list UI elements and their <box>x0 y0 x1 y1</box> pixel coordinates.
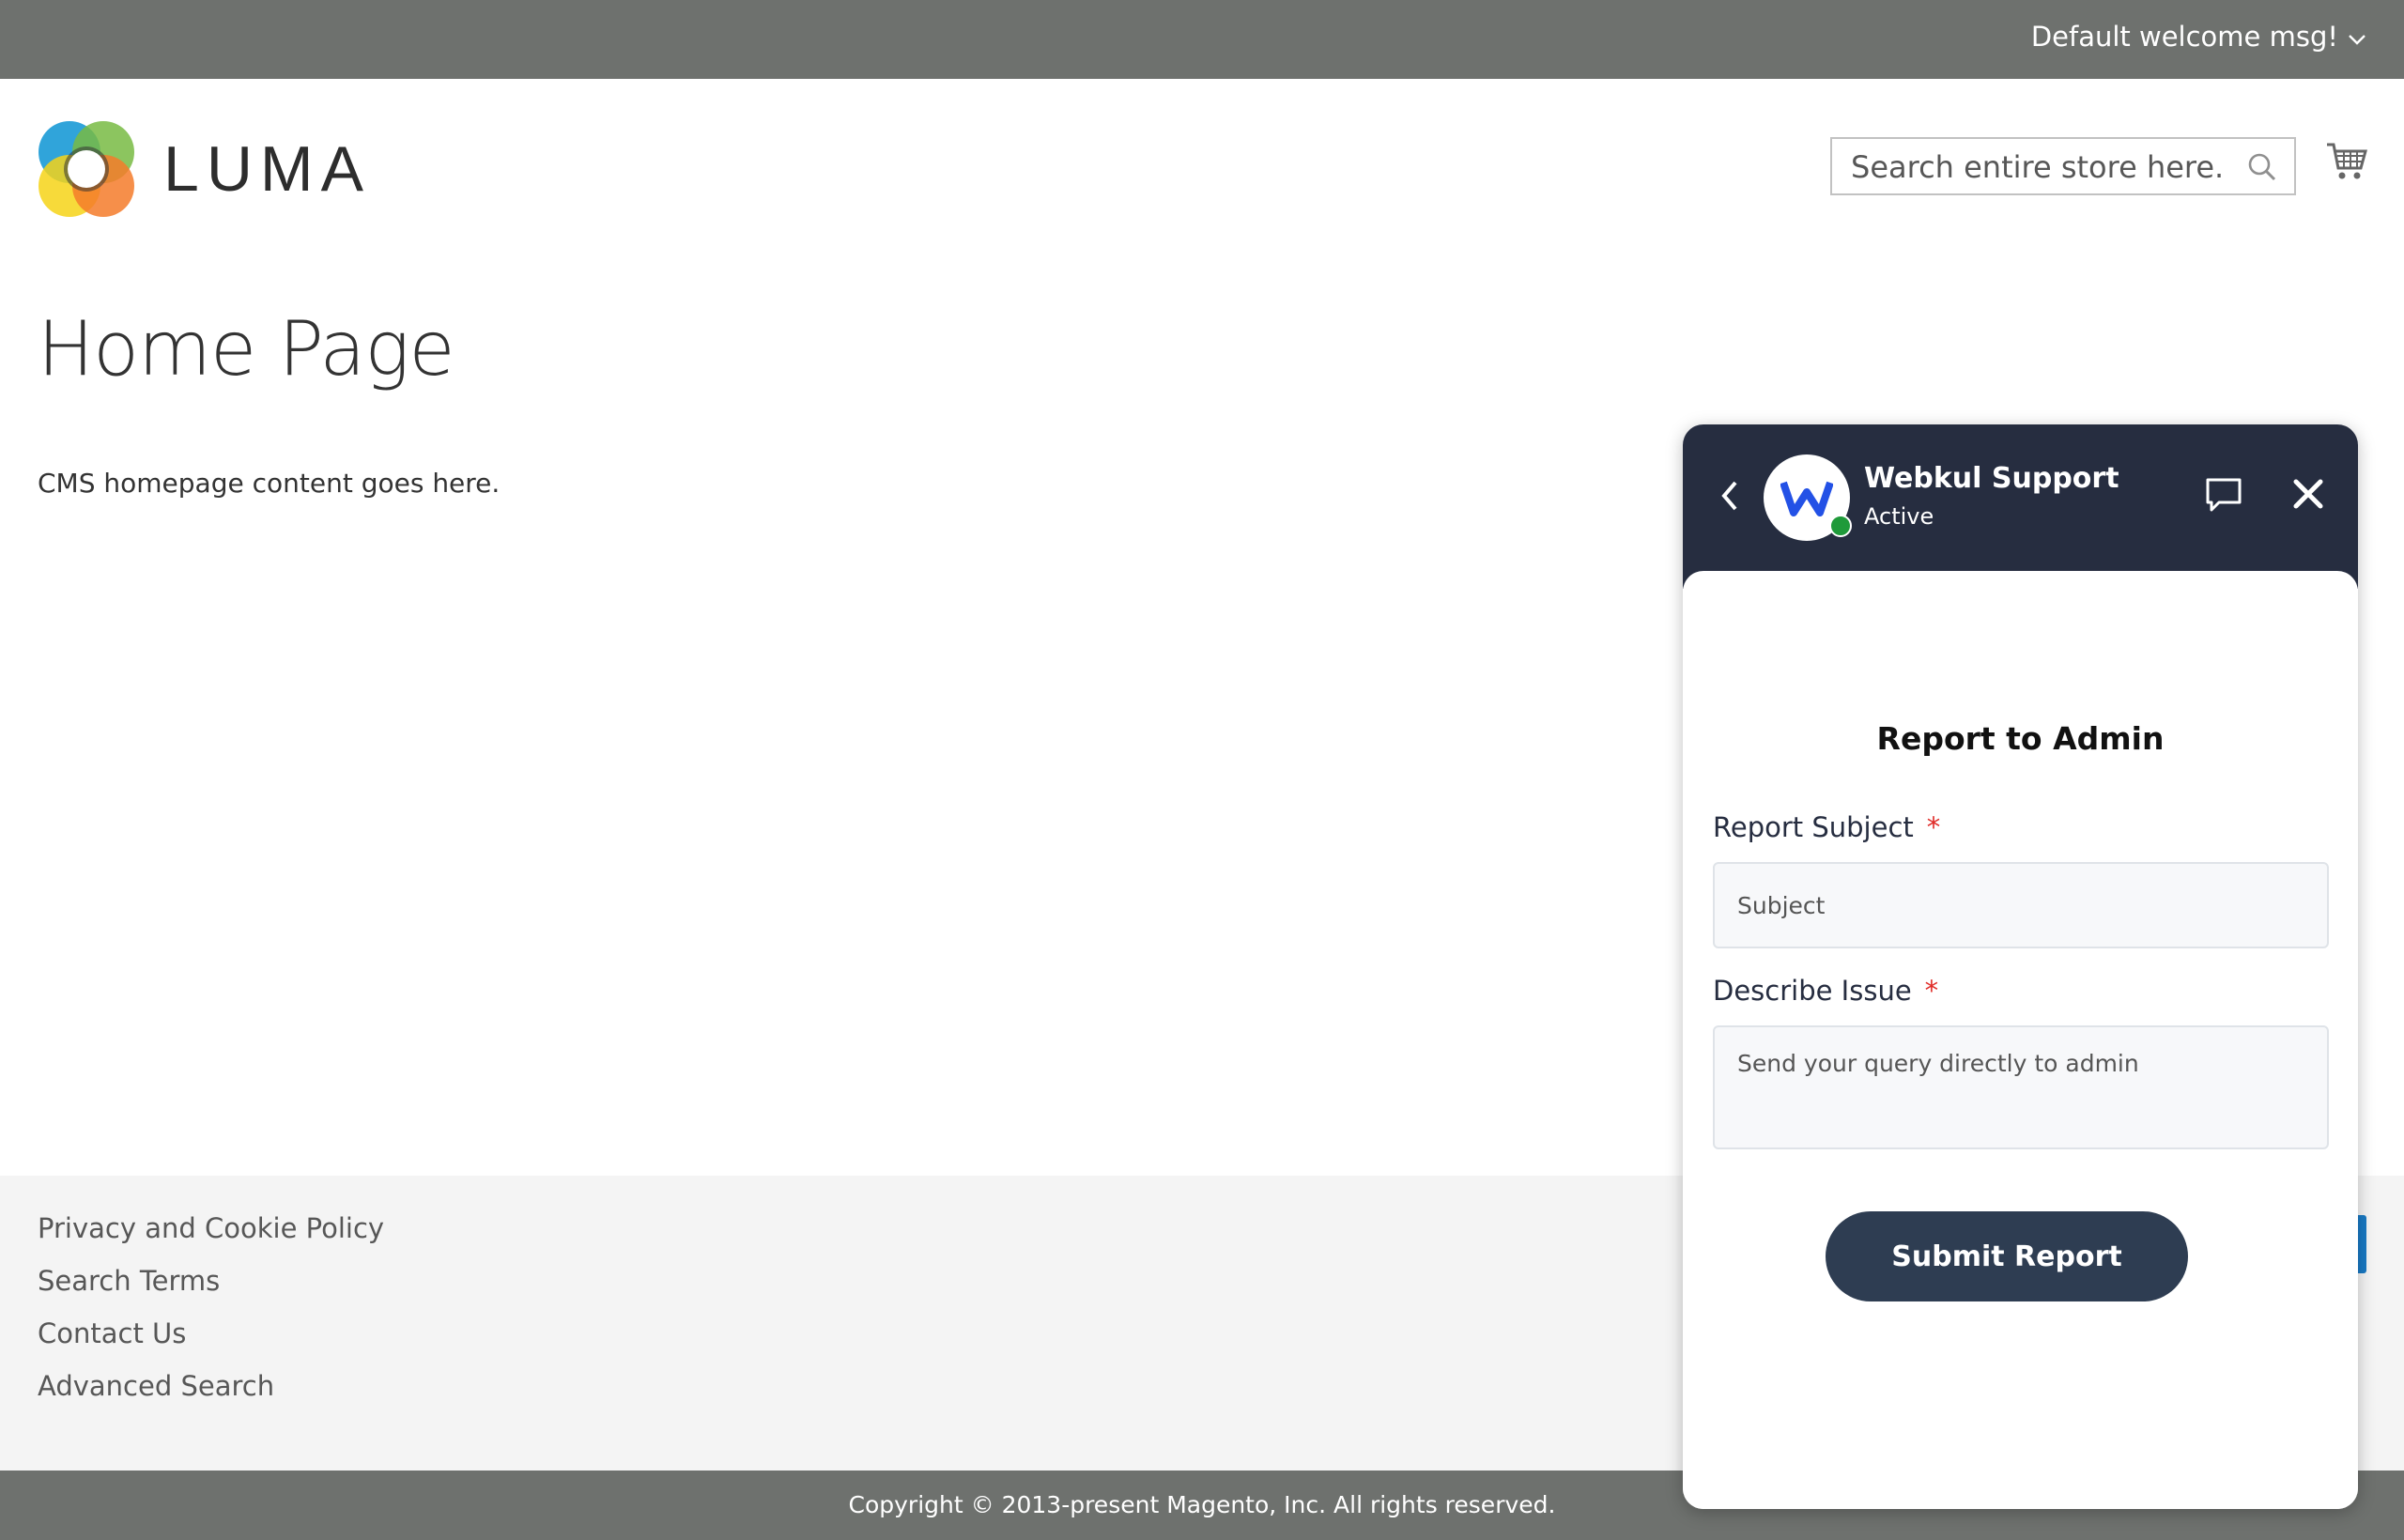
back-icon[interactable] <box>1717 477 1743 518</box>
footer-links: Privacy and Cookie Policy Search Terms C… <box>38 1215 384 1425</box>
welcome-message: Default welcome msg! <box>2030 21 2338 53</box>
site-header: LUMA <box>0 79 2404 257</box>
welcome-dropdown[interactable]: Default welcome msg! <box>2031 21 2366 53</box>
cart-icon[interactable] <box>2325 140 2368 187</box>
footer-link-privacy[interactable]: Privacy and Cookie Policy <box>38 1215 384 1268</box>
report-title: Report to Admin <box>1876 720 2165 757</box>
luma-logo-icon <box>39 121 134 217</box>
report-subject-label-text: Report Subject <box>1713 811 1914 843</box>
page-title: Home Page <box>38 305 455 393</box>
submit-report-button[interactable]: Submit Report <box>1826 1211 2188 1301</box>
report-subject-input[interactable] <box>1713 862 2329 948</box>
describe-issue-textarea[interactable] <box>1713 1025 2329 1149</box>
chat-header: Webkul Support Active <box>1683 424 2358 589</box>
chat-widget: Webkul Support Active <box>1683 424 2358 1509</box>
report-subject-label: Report Subject * <box>1713 811 1940 843</box>
required-mark: * <box>1926 811 1941 843</box>
search-icon[interactable] <box>2247 152 2277 186</box>
top-bar: Default welcome msg! <box>0 0 2404 79</box>
logo-link[interactable]: LUMA <box>38 120 371 218</box>
agent-status: Active <box>1864 503 1934 530</box>
footer-link-advanced-search[interactable]: Advanced Search <box>38 1373 384 1425</box>
chat-bubble-icon[interactable] <box>2204 475 2243 518</box>
footer-link-contact-us[interactable]: Contact Us <box>38 1320 384 1373</box>
chevron-down-icon <box>2348 21 2366 53</box>
online-status-dot <box>1829 515 1852 537</box>
describe-issue-label: Describe Issue * <box>1713 975 1938 1007</box>
search-input[interactable] <box>1849 139 2228 195</box>
close-icon[interactable] <box>2291 477 2325 515</box>
webkul-logo <box>1780 481 1833 516</box>
cms-content: CMS homepage content goes here. <box>38 468 501 499</box>
footer-link-search-terms[interactable]: Search Terms <box>38 1268 384 1320</box>
describe-issue-label-text: Describe Issue <box>1713 975 1912 1007</box>
search-box <box>1830 137 2296 195</box>
required-mark: * <box>1924 975 1939 1007</box>
logo-text: LUMA <box>163 133 371 205</box>
agent-name: Webkul Support <box>1864 462 2119 495</box>
